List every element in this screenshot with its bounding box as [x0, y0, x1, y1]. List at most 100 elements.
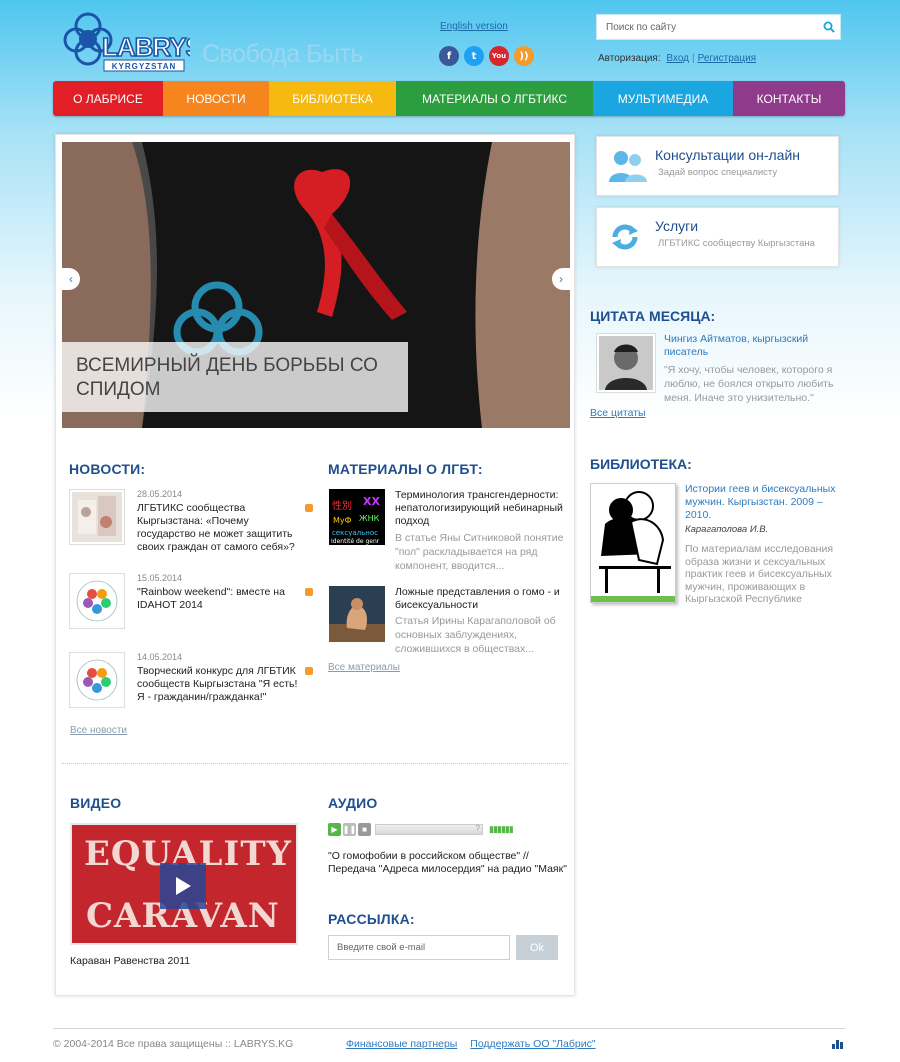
audio-player: ▶ ❚❚ ■ ? ▮▮▮▮▮▮ [328, 822, 524, 836]
audio-caption: "О гомофобии в российском обществе" // П… [328, 850, 567, 875]
featured-slider[interactable]: Всемирный день борьбы со спидом ‹ › [62, 142, 570, 428]
news-thumbnail[interactable] [69, 489, 125, 545]
footer-link-support[interactable]: Поддержать ОО "Лабрис" [470, 1038, 595, 1050]
widget-title[interactable]: Консультации он-лайн [655, 147, 800, 163]
nav-item-5[interactable]: Мультимедиа [593, 81, 733, 116]
material-description: Статья Ирины Карагаполовой об основных з… [395, 615, 556, 655]
login-link[interactable]: Вход [666, 53, 689, 64]
footer-copyright: © 2004-2014 Все права защищены :: LABRYS… [53, 1038, 294, 1050]
nav-item-2[interactable]: Новости [163, 81, 269, 116]
svg-text:сексуальнос: сексуальнос [332, 529, 378, 537]
facebook-icon[interactable]: f [439, 46, 459, 66]
english-version-link[interactable]: English version [440, 21, 508, 32]
svg-text:Identité de genr: Identité de genr [331, 538, 380, 545]
main-nav: О Лабрисе Новости Библиотека Материалы о ЛГ… [53, 81, 845, 116]
services-widget[interactable]: Услуги ЛГБТИКС сообществу Кыргызстана [596, 207, 839, 267]
news-title[interactable]: "Rainbow weekend": вместе на IDAHOT 2014 [137, 586, 305, 612]
refresh-icon [607, 219, 643, 258]
video-player[interactable]: EQUALITY CARAVAN [70, 823, 298, 945]
nav-item-label: Новости [186, 91, 246, 106]
nav-item-label: Материалы о ЛГБТИКС [422, 91, 567, 106]
rss-icon[interactable] [305, 588, 313, 596]
material-thumbnail[interactable] [329, 586, 385, 642]
all-news-link[interactable]: Все новости [70, 725, 127, 736]
nav-item-label: Мультимедиа [617, 91, 709, 106]
site-logo[interactable]: LABRYS KYRGYZSTAN [62, 6, 204, 74]
quote-text: "Я хочу, чтобы человек, которого я люблю… [664, 364, 834, 404]
news-date: 14.05.2014 [137, 652, 183, 662]
auth-label: Авторизация: [598, 53, 661, 64]
book-title[interactable]: Истории геев и бисексуальных мужчин. Кыр… [685, 483, 840, 522]
nav-item-3[interactable]: Библиотека [269, 81, 396, 116]
nav-item-label: Контакты [756, 91, 822, 106]
play-icon: ▶ [331, 824, 338, 834]
news-title[interactable]: Творческий конкурс для ЛГБТИК сообществ … [137, 665, 305, 704]
news-thumbnail[interactable] [69, 573, 125, 629]
play-button[interactable]: ▶ [328, 822, 341, 836]
email-field[interactable] [328, 935, 510, 960]
pause-button[interactable]: ❚❚ [342, 822, 357, 836]
material-title[interactable]: Ложные представления о гомо - и бисексуа… [395, 586, 567, 612]
video-caption[interactable]: Караван Равенства 2011 [70, 955, 190, 967]
news-item[interactable]: 28.05.2014 ЛГБТИКС сообщества Кыргызстан… [69, 489, 314, 559]
search-icon[interactable] [818, 21, 840, 33]
widget-title[interactable]: Услуги [655, 218, 698, 234]
news-title[interactable]: ЛГБТИКС сообщества Кыргызстана: «Почему … [137, 502, 305, 554]
svg-text:МуФ: МуФ [333, 516, 352, 525]
material-thumbnail[interactable]: 性別 XX МуФ ЖНК сексуальнос Identité de genr [329, 489, 385, 545]
slider-caption[interactable]: Всемирный день борьбы со спидом [62, 342, 408, 412]
material-item[interactable]: Ложные представления о гомо - и бисексуа… [329, 586, 567, 656]
news-thumbnail[interactable] [69, 652, 125, 708]
section-divider [62, 763, 570, 764]
register-link[interactable]: Регистрация [698, 53, 756, 64]
material-title[interactable]: Терминология трансгендерности: непатолог… [395, 489, 567, 528]
book-cover[interactable] [590, 483, 676, 603]
quote-heading: Цитата месяца: [590, 308, 716, 324]
materials-heading: Материалы о ЛГБТ: [328, 461, 483, 477]
auth-bar: Авторизация: Вход | Регистрация [598, 53, 759, 64]
nav-item-1[interactable]: О Лабрисе [53, 81, 163, 116]
footer-link-partners[interactable]: Финансовые партнеры [346, 1038, 457, 1050]
svg-text:LABRYS: LABRYS [102, 32, 190, 62]
main-content: Всемирный день борьбы со спидом ‹ › Ново… [55, 134, 575, 996]
footer-divider [53, 1028, 845, 1029]
audio-time: ? [475, 823, 480, 833]
twitter-icon[interactable]: t [464, 46, 484, 66]
svg-text:性別: 性別 [332, 499, 352, 512]
audio-progress-bar[interactable]: ? [375, 823, 483, 835]
news-item[interactable]: 15.05.2014 "Rainbow weekend": вместе на … [69, 573, 314, 633]
widget-subtitle: Задай вопрос специалисту [658, 167, 778, 178]
news-date: 15.05.2014 [137, 573, 183, 583]
news-item[interactable]: 14.05.2014 Творческий конкурс для ЛГБТИК… [69, 652, 314, 712]
subscribe-button[interactable]: Ok [516, 935, 558, 960]
search-box [596, 14, 841, 40]
volume-icon[interactable]: ▮▮▮▮▮▮ [489, 824, 514, 835]
stop-button[interactable]: ■ [358, 822, 371, 836]
author-photo [596, 333, 656, 393]
svg-text:KYRGYZSTAN: KYRGYZSTAN [112, 62, 177, 71]
pause-icon: ❚❚ [342, 824, 357, 834]
auth-separator: | [692, 53, 695, 64]
stats-counter-icon[interactable] [832, 1040, 843, 1049]
play-button[interactable] [160, 863, 206, 909]
site-slogan: Свобода Быть [202, 40, 363, 68]
nav-item-label: Библиотека [292, 91, 373, 106]
material-description: В статье Яны Ситниковой понятие "пол" ра… [395, 532, 564, 572]
rss-icon[interactable] [305, 667, 313, 675]
material-item[interactable]: 性別 XX МуФ ЖНК сексуальнос Identité de genr Те… [329, 489, 567, 572]
footer-links: Финансовые партнеры Поддержать ОО "Лабри… [346, 1038, 606, 1050]
book-description: По материалам исследования образа жизни … [685, 543, 834, 605]
youtube-icon[interactable]: You [489, 46, 509, 66]
consultation-widget[interactable]: Консультации он-лайн Задай вопрос специа… [596, 136, 839, 196]
search-input[interactable] [597, 15, 818, 39]
newsletter-form: Ok [328, 935, 558, 960]
quote-author[interactable]: Чингиз Айтматов, кыргызский писатель [664, 333, 839, 359]
nav-item-6[interactable]: Контакты [733, 81, 845, 116]
all-quotes-link[interactable]: Все цитаты [590, 407, 646, 419]
nav-item-4[interactable]: Материалы о ЛГБТИКС [396, 81, 593, 116]
rss-icon[interactable] [305, 504, 313, 512]
slider-next-button[interactable]: › [552, 268, 570, 290]
all-materials-link[interactable]: Все материалы [328, 662, 400, 673]
chevron-left-icon: ‹ [69, 272, 73, 286]
rss-icon[interactable]: )) [514, 46, 534, 66]
